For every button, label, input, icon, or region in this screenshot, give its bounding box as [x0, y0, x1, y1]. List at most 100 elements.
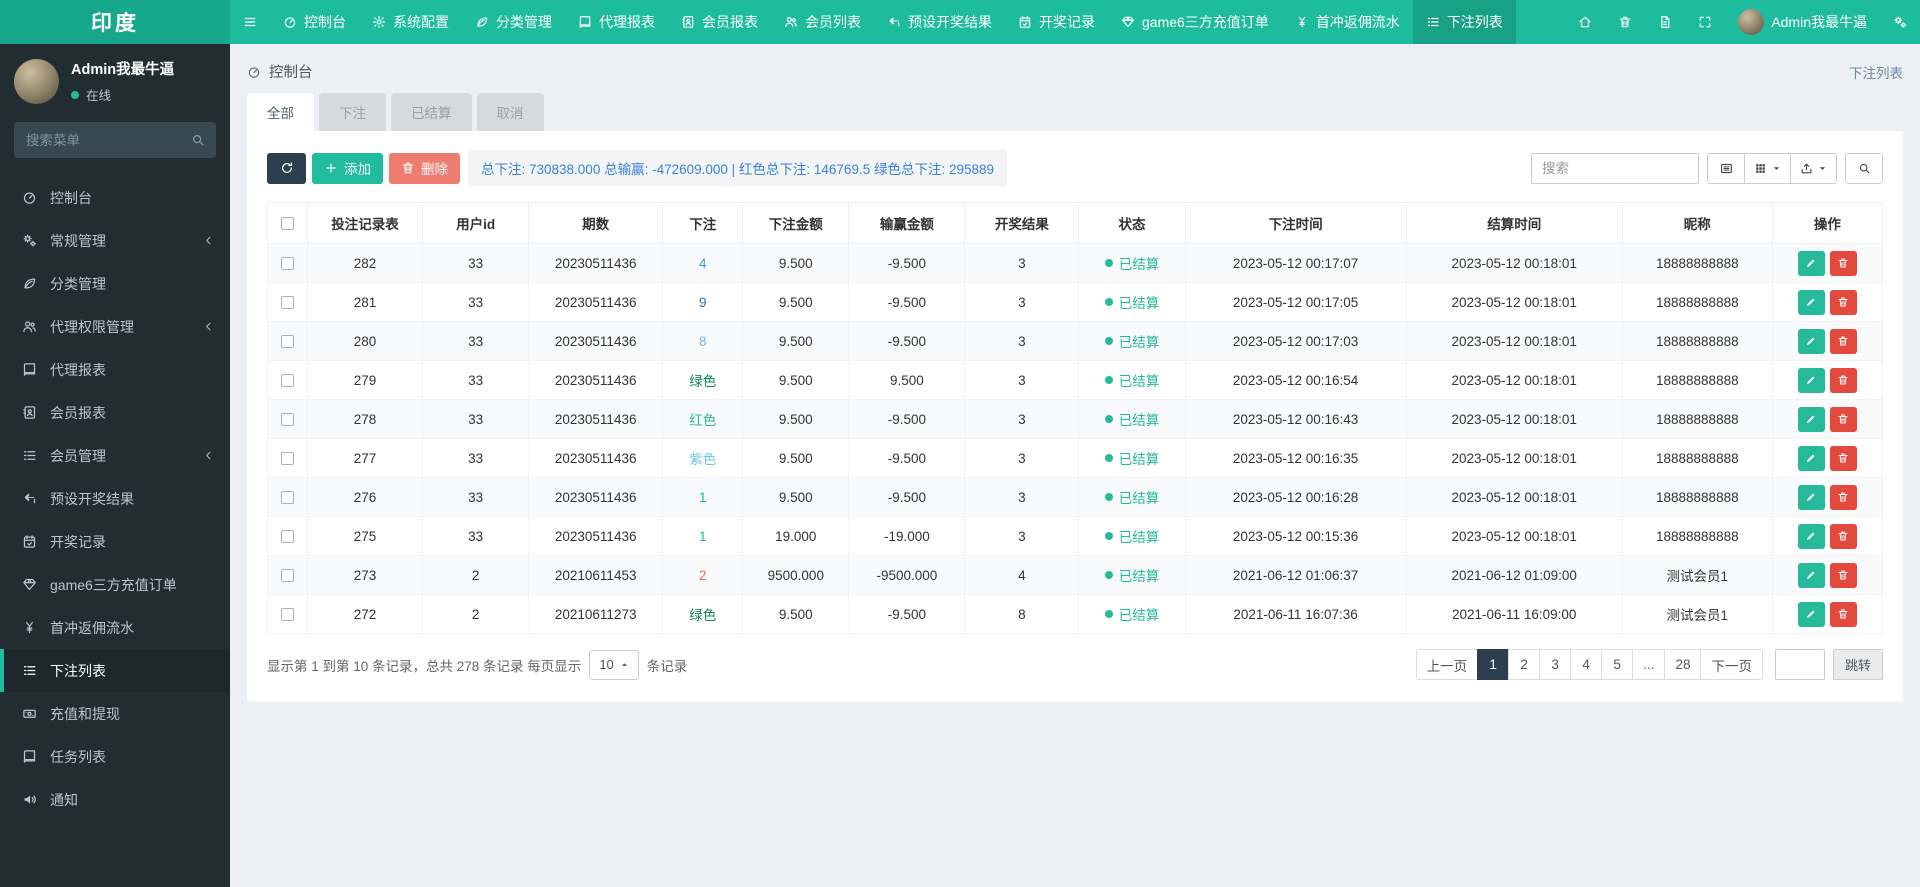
tab-3[interactable]: 取消 [476, 93, 544, 131]
row-checkbox[interactable] [281, 413, 294, 427]
nav-item-game6-orders[interactable]: game6三方充值订单 [1108, 0, 1282, 44]
delete-row-button[interactable] [1829, 523, 1857, 549]
edit-button[interactable] [1797, 289, 1825, 315]
brand-logo[interactable]: 印度 [0, 0, 230, 44]
user-menu[interactable]: Admin我最牛逼 [1725, 0, 1880, 44]
breadcrumb-left[interactable]: 控制台 [247, 61, 313, 82]
row-checkbox[interactable] [281, 452, 294, 466]
delete-button[interactable]: 删除 [389, 152, 460, 184]
gem-icon [1121, 15, 1135, 29]
nav-item-console[interactable]: 控制台 [270, 0, 359, 44]
search-input[interactable] [1531, 152, 1699, 184]
nav-item-bet-list[interactable]: 下注列表 [1412, 0, 1516, 44]
nav-item-member-report[interactable]: 会员报表 [668, 0, 771, 44]
cell-settle_time: 2023-05-12 00:18:01 [1405, 399, 1623, 439]
jump-button[interactable]: 跳转 [1832, 649, 1883, 680]
sidebar-search-input[interactable] [14, 122, 216, 158]
row-checkbox[interactable] [281, 374, 294, 388]
edit-button[interactable] [1797, 484, 1825, 510]
sidebar-item-6[interactable]: 会员管理 [0, 434, 230, 477]
column-header: 开奖结果 [964, 202, 1080, 244]
nav-item-draw-record[interactable]: 开奖记录 [1005, 0, 1108, 44]
sidebar-toggle-button[interactable] [230, 0, 270, 44]
columns-dropdown-button[interactable] [1744, 152, 1791, 184]
delete-row-button[interactable] [1829, 289, 1857, 315]
cell-win: 9.500 [848, 360, 966, 400]
sidebar-item-3[interactable]: 代理权限管理 [0, 305, 230, 348]
cell-record: 282 [307, 243, 424, 283]
row-checkbox[interactable] [281, 296, 294, 310]
sidebar-item-1[interactable]: 常规管理 [0, 219, 230, 262]
sidebar-item-10[interactable]: 首冲返佣流水 [0, 606, 230, 649]
nav-item-preset-result[interactable]: 预设开奖结果 [874, 0, 1005, 44]
sidebar-item-8[interactable]: 开奖记录 [0, 520, 230, 563]
select-all-checkbox[interactable] [281, 217, 294, 231]
row-checkbox[interactable] [281, 335, 294, 349]
nav-item-member-list[interactable]: 会员列表 [771, 0, 874, 44]
sidebar-item-2[interactable]: 分类管理 [0, 262, 230, 305]
nav-item-first-charge[interactable]: 首冲返佣流水 [1282, 0, 1413, 44]
list-icon [1426, 15, 1440, 29]
sidebar-item-14[interactable]: 通知 [0, 778, 230, 821]
table-row: 275 33 20230511436 1 19.000 -19.000 3 已结算 2023-0… [266, 516, 1884, 556]
page-button-...[interactable]: ... [1632, 649, 1666, 680]
cell-result: 3 [964, 477, 1080, 517]
row-checkbox[interactable] [281, 257, 294, 271]
delete-row-button[interactable] [1829, 601, 1857, 627]
cell-user: 33 [422, 321, 530, 361]
fullscreen-button[interactable] [1685, 0, 1725, 44]
edit-button[interactable] [1797, 328, 1825, 354]
page-button-3[interactable]: 3 [1539, 649, 1572, 680]
nav-item-agent-report[interactable]: 代理报表 [565, 0, 668, 44]
nav-item-category[interactable]: 分类管理 [462, 0, 565, 44]
home-button[interactable] [1565, 0, 1605, 44]
page-button-5[interactable]: 5 [1601, 649, 1634, 680]
page-size-select[interactable]: 10 [589, 649, 639, 680]
page-button-2[interactable]: 2 [1508, 649, 1541, 680]
row-checkbox[interactable] [281, 530, 294, 544]
delete-row-button[interactable] [1829, 406, 1857, 432]
edit-button[interactable] [1797, 601, 1825, 627]
row-checkbox[interactable] [281, 491, 294, 505]
edit-button[interactable] [1797, 406, 1825, 432]
nav-item-system-config[interactable]: 系统配置 [359, 0, 462, 44]
sidebar-item-7[interactable]: 预设开奖结果 [0, 477, 230, 520]
search-button[interactable] [1845, 152, 1883, 184]
edit-button[interactable] [1797, 523, 1825, 549]
page-button-28[interactable]: 28 [1664, 649, 1702, 680]
sidebar-item-9[interactable]: game6三方充值订单 [0, 563, 230, 606]
sidebar-item-4[interactable]: 代理报表 [0, 348, 230, 391]
sidebar-item-12[interactable]: 充值和提现 [0, 692, 230, 735]
page-button-下一页[interactable]: 下一页 [1700, 649, 1763, 680]
page-button-4[interactable]: 4 [1570, 649, 1603, 680]
jump-page-input[interactable] [1774, 649, 1825, 680]
sidebar-item-0[interactable]: 控制台 [0, 176, 230, 219]
row-checkbox[interactable] [281, 569, 294, 583]
delete-row-button[interactable] [1829, 250, 1857, 276]
edit-button[interactable] [1797, 367, 1825, 393]
add-button[interactable]: 添加 [312, 152, 383, 184]
sidebar-item-13[interactable]: 任务列表 [0, 735, 230, 778]
sidebar-item-11[interactable]: 下注列表 [0, 649, 230, 692]
tab-0[interactable]: 全部 [247, 93, 314, 131]
cache-button[interactable] [1645, 0, 1685, 44]
page-button-上一页[interactable]: 上一页 [1415, 649, 1479, 680]
edit-button[interactable] [1797, 562, 1825, 588]
refresh-button[interactable] [267, 152, 306, 184]
row-checkbox[interactable] [281, 608, 294, 622]
edit-button[interactable] [1797, 445, 1825, 471]
trash-button[interactable] [1605, 0, 1645, 44]
edit-button[interactable] [1797, 250, 1825, 276]
tab-1[interactable]: 下注 [319, 93, 386, 131]
delete-row-button[interactable] [1829, 328, 1857, 354]
detail-view-button[interactable] [1707, 152, 1745, 184]
delete-row-button[interactable] [1829, 367, 1857, 393]
delete-row-button[interactable] [1829, 562, 1857, 588]
delete-row-button[interactable] [1829, 484, 1857, 510]
export-dropdown-button[interactable] [1790, 152, 1837, 184]
tab-2[interactable]: 已结算 [391, 93, 472, 131]
delete-row-button[interactable] [1829, 445, 1857, 471]
sidebar-item-5[interactable]: 会员报表 [0, 391, 230, 434]
settings-button[interactable] [1880, 0, 1920, 44]
page-button-1[interactable]: 1 [1477, 649, 1510, 680]
